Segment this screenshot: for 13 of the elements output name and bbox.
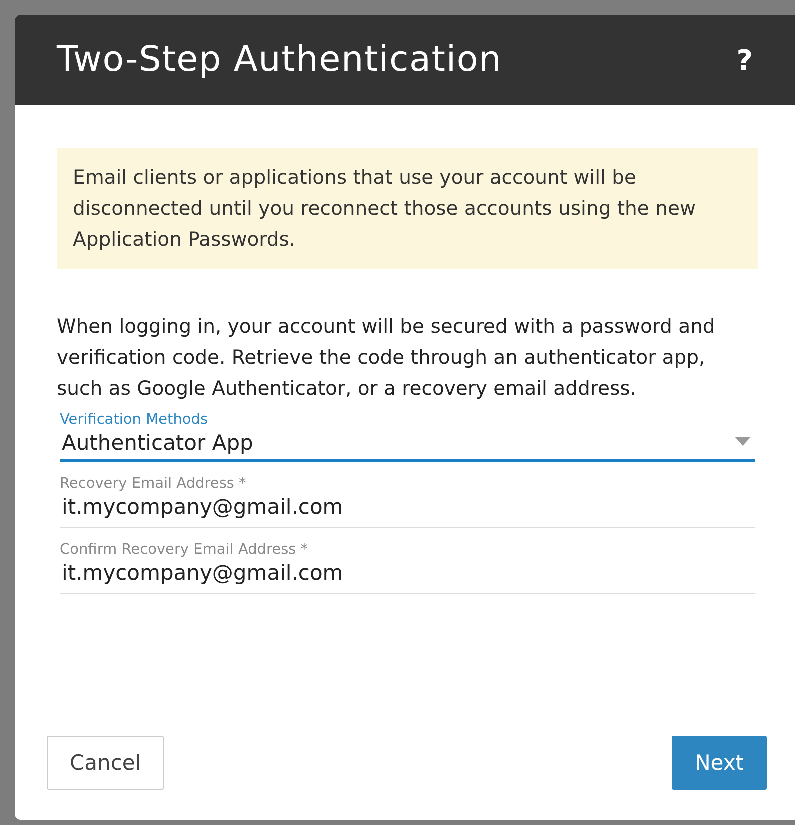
email-field[interactable]: it.mycompany@gmail.com	[60, 495, 755, 528]
cancel-button[interactable]: Cancel	[47, 736, 164, 790]
field-label: Recovery Email Address *	[60, 476, 248, 492]
field-label: Confirm Recovery Email Address *	[60, 542, 310, 558]
description-text: When logging in, your account will be secured with a password and verification code. Retrieve the code through an authenticator app, such as Google Authenticator, or a recovery email address.	[57, 314, 716, 402]
help-button[interactable]: ?	[736, 44, 753, 76]
verification-method-select[interactable]: Authenticator App	[60, 431, 755, 462]
dialog-title: Two-Step Authentication	[57, 40, 502, 80]
next-button[interactable]: Next	[672, 736, 767, 790]
field-label: Verification Methods	[60, 412, 210, 428]
warning-notice: Email clients or applications that use your account will be disconnected until you reconnect those accounts using the new Application Passwords.	[57, 148, 758, 269]
email-field[interactable]: it.mycompany@gmail.com	[60, 561, 755, 594]
dropdown-caret-icon	[735, 437, 751, 446]
